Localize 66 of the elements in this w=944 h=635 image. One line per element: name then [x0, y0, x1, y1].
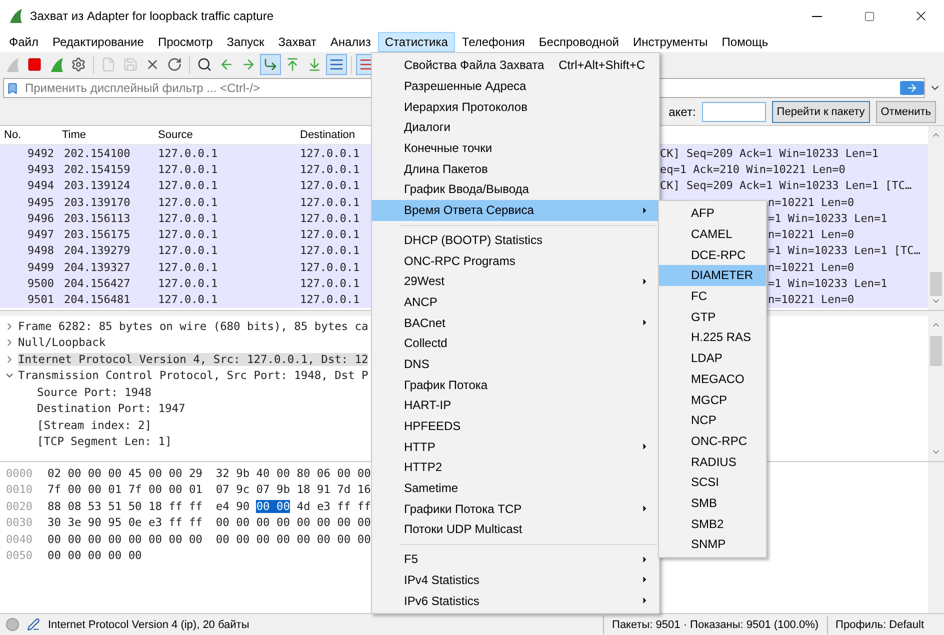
table-cell: 127.0.0.1 [300, 212, 360, 225]
table-cell: 203.156113 [64, 212, 130, 225]
table-cell: 127.0.0.1 [158, 146, 218, 160]
table-cell: 127.0.0.1 [300, 260, 360, 274]
hex-bytes: 00 00 00 00 00 00 00 00 00 00 00 00 00 00 00 00 [48, 532, 371, 546]
table-cell: CK] Seq=209 Ack=1 Win=10233 Len=1 [660, 146, 879, 160]
table-cell: 127.0.0.1 [300, 146, 360, 160]
offset-label: 0030 [6, 516, 32, 530]
table-cell: eq=1 Ack=210 Win=10221 Len=0 [660, 162, 846, 176]
table-cell: 9493 [28, 162, 54, 176]
table-cell: 127.0.0.1 [158, 228, 218, 242]
table-cell: 9496 [28, 212, 54, 225]
table-cell: 9501 [28, 293, 54, 306]
table-cell: 127.0.0.1 [158, 162, 218, 176]
table-cell: CK] Seq=209 Ack=1 Win=10233 Len=1 [TC… [660, 179, 912, 192]
hex-bytes: 02 00 00 00 45 00 00 29 32 9b 40 00 80 06 00 00 [48, 466, 371, 480]
table-cell: 9494 [28, 179, 54, 192]
offset-label: 0040 [6, 532, 32, 546]
table-cell: 127.0.0.1 [300, 277, 360, 290]
hex-bytes: 00 00 00 00 00 [48, 549, 142, 562]
hex-bytes: 7f 00 00 01 7f 00 00 01 07 9c 07 9b 18 91 7d 16 [48, 483, 371, 496]
table-cell: 204.139327 [64, 260, 130, 274]
packet-count: Пакеты: 9501 · Показаны: 9501 (100.0%) [612, 618, 819, 630]
table-cell: 127.0.0.1 [158, 212, 218, 225]
table-cell: 9495 [28, 196, 54, 209]
table-cell: 127.0.0.1 [158, 179, 218, 192]
table-cell: 203.139170 [64, 196, 130, 209]
goto-label: акет: [668, 105, 696, 119]
table-cell: 127.0.0.1 [300, 162, 360, 176]
table-cell: 127.0.0.1 [300, 196, 360, 209]
table-cell: 127.0.0.1 [158, 277, 218, 290]
table-cell: 202.154159 [64, 162, 130, 176]
table-cell: 203.156175 [64, 228, 130, 242]
window-title: Захват из Adapter for loopback traffic capture [30, 9, 274, 23]
table-cell: 203.139124 [64, 179, 130, 192]
table-cell: =1 Win=10233 Len=1 [768, 212, 888, 225]
table-cell: 127.0.0.1 [300, 228, 360, 242]
table-cell: 204.139279 [64, 244, 130, 258]
offset-label: 0010 [6, 483, 32, 496]
table-cell: n=10221 Len=0 [768, 293, 854, 306]
table-cell: 127.0.0.1 [158, 196, 218, 209]
table-cell: 204.156481 [64, 293, 130, 306]
offset-label: 0050 [6, 549, 32, 562]
table-cell: 9499 [28, 260, 54, 274]
table-cell: 9500 [28, 277, 54, 290]
table-cell: =1 Win=10233 Len=1 [TC… [768, 244, 920, 258]
table-cell: 127.0.0.1 [158, 293, 218, 306]
table-cell: 9497 [28, 228, 54, 242]
table-cell: 127.0.0.1 [300, 244, 360, 258]
hex-bytes: 30 3e 90 95 0e e3 ff ff 00 00 00 00 00 00 00 00 [48, 516, 371, 530]
table-cell: 127.0.0.1 [300, 293, 360, 306]
table-cell: 202.154100 [64, 146, 130, 160]
hex-bytes: 88 08 53 51 50 18 ff ff e4 90 00 00 4d e3 ff ff [48, 500, 371, 513]
table-cell: 9492 [28, 146, 54, 160]
table-cell: 127.0.0.1 [158, 260, 218, 274]
offset-label: 0000 [6, 466, 32, 480]
offset-label: 0020 [6, 500, 32, 513]
table-cell: n=10221 Len=0 [768, 228, 854, 242]
table-cell: n=10221 Len=0 [768, 196, 854, 209]
table-cell: 204.156427 [64, 277, 130, 290]
table-cell: n=10221 Len=0 [768, 260, 854, 274]
table-cell: =1 Win=10233 Len=1 [768, 277, 888, 290]
status-text: Internet Protocol Version 4 (ip), 20 байты [48, 618, 250, 630]
table-cell: 127.0.0.1 [300, 179, 360, 192]
table-cell: 9498 [28, 244, 54, 258]
table-cell: 127.0.0.1 [158, 244, 218, 258]
